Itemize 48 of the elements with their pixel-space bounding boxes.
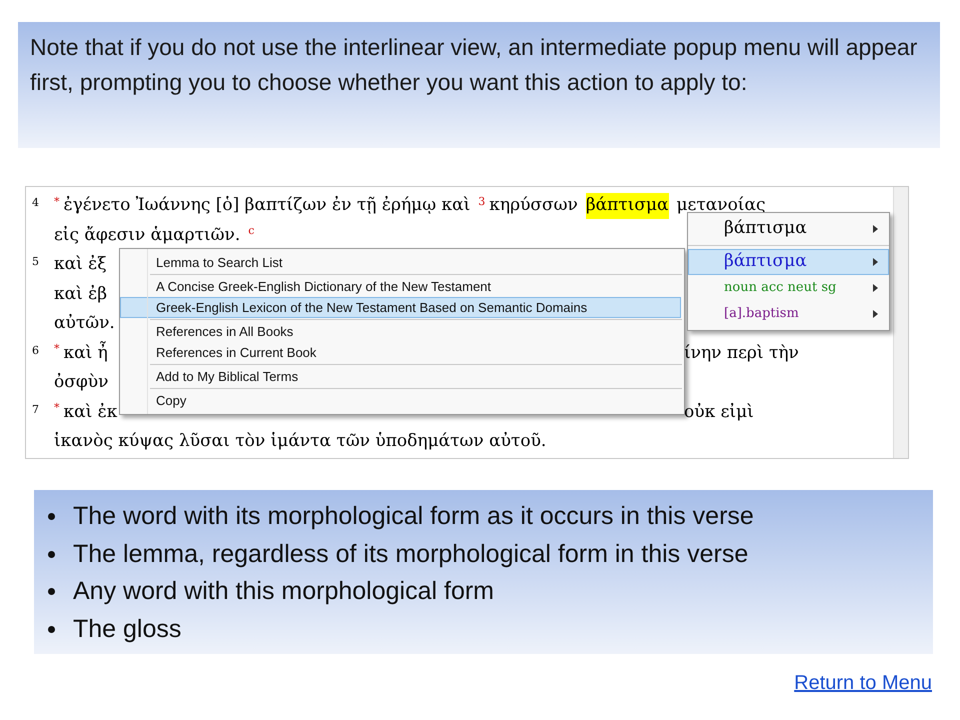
verse-text: ἐγένετο Ἰωάννης [ὁ] βαπτίζων ἐν τῇ ἐρήμῳ καὶ xyxy=(64,194,470,217)
menu-item[interactable]: Lemma to Search List xyxy=(120,252,684,273)
bullet-icon xyxy=(48,626,55,633)
submenu-arrow-icon xyxy=(873,258,878,266)
note-text: Note that if you do not use the interlinear view, an intermediate popup menu will appear first, prompting you to choose whether you want this action to apply to: xyxy=(30,33,918,97)
menu-item[interactable]: References in Current Book xyxy=(120,342,682,363)
menu-item[interactable]: Greek-English Lexicon of the New Testament Based on Semantic Domains xyxy=(120,297,681,318)
footnote-mark: c xyxy=(248,225,254,236)
bullet-icon xyxy=(48,588,55,596)
verse-text: καὶ ἐκ xyxy=(64,400,118,424)
menu-item[interactable]: References in All Books xyxy=(120,321,682,342)
verse-text: καὶ ἦ xyxy=(64,340,108,364)
submenu-arrow-icon xyxy=(873,310,878,318)
verse-text: κηρύσσων xyxy=(489,194,578,217)
verse-number: 7 xyxy=(32,402,39,416)
submenu-item[interactable]: noun acc neut sg xyxy=(688,275,889,301)
menu-item[interactable]: A Concise Greek-English Dictionary of the New Testament xyxy=(120,276,682,297)
submenu-arrow-icon xyxy=(873,284,878,292)
submenu-item[interactable]: βάπτισμα xyxy=(688,216,889,242)
bullet-text: The word with its morphological form as it occurs in this verse xyxy=(73,501,754,532)
verse-text: οὐκ εἰμὶ xyxy=(684,400,755,424)
footnote-mark: * xyxy=(54,196,60,206)
bullet-text: Any word with this morphological form xyxy=(73,576,494,607)
footnote-mark: * xyxy=(54,343,60,354)
menu-item[interactable]: Add to My Biblical Terms xyxy=(120,366,682,387)
verse-text: ίνην περὶ τὴν xyxy=(684,342,800,364)
verse-number: 5 xyxy=(32,255,39,268)
bullet-icon xyxy=(48,550,55,558)
highlighted-word: βάπτισμα xyxy=(586,193,668,218)
verse-text: ὀσφὺν xyxy=(54,371,108,394)
return-link[interactable]: Return to Menu xyxy=(794,668,932,698)
bullet-text: The gloss xyxy=(73,614,182,644)
verse-text: ἱκανὸς κύψας λῦσαι τὸν ἱμάντα τῶν ὑποδημάτων αὐτοῦ. xyxy=(54,430,546,453)
menu-item[interactable]: Copy xyxy=(120,390,682,411)
bullet-text: The lemma, regardless of its morphological form in this verse xyxy=(73,538,748,570)
verse-text: εἰς ἄφεσιν ἁμαρτιῶν. xyxy=(54,224,240,246)
footnote-mark: 3 xyxy=(478,196,486,206)
verse-number: 4 xyxy=(32,196,39,209)
verse-text: καὶ ἐξ xyxy=(54,253,107,276)
footnote-mark: * xyxy=(54,402,60,413)
submenu-item[interactable]: βάπτισμα xyxy=(688,249,889,275)
verse-text: καὶ ἐβ xyxy=(54,282,108,306)
bullet-icon xyxy=(48,513,55,520)
submenu-arrow-icon xyxy=(873,225,878,233)
verse-text: αὐτῶν. xyxy=(54,312,115,335)
verse-text: μετανοίας xyxy=(676,194,766,217)
submenu-item[interactable]: [a].baptism xyxy=(688,301,889,327)
verse-number: 6 xyxy=(32,344,39,356)
